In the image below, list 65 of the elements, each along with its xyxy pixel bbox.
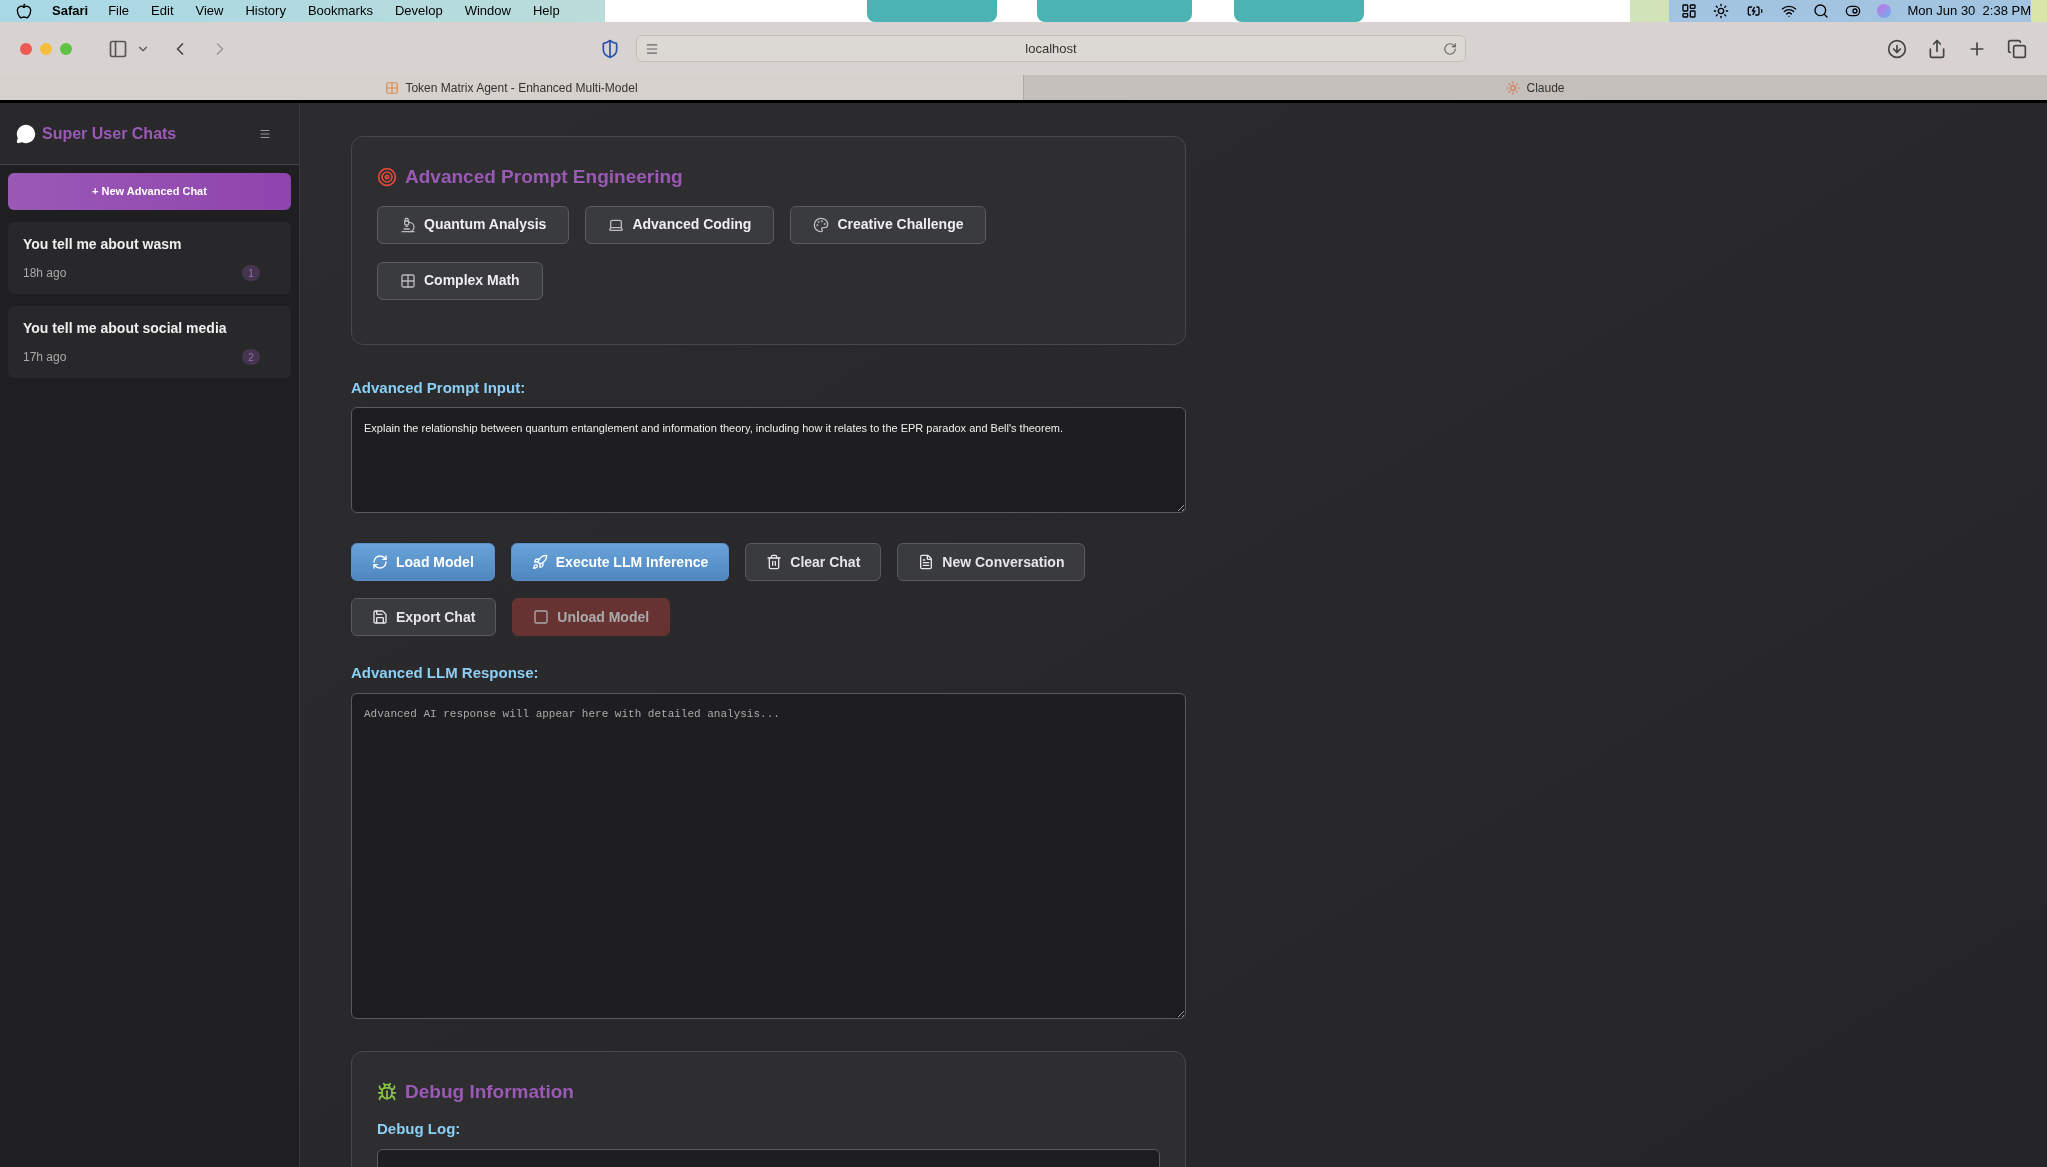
menu-app-name[interactable]: Safari bbox=[52, 1, 89, 21]
target-icon bbox=[377, 167, 397, 188]
wifi-icon[interactable] bbox=[1781, 3, 1798, 19]
template-button[interactable]: Creative Challenge bbox=[790, 205, 987, 244]
chat-title: You tell me about social media bbox=[23, 319, 228, 338]
action-button[interactable]: Export Chat bbox=[351, 598, 497, 636]
message-count: 2 bbox=[242, 349, 260, 365]
menu-item[interactable]: Window bbox=[464, 1, 511, 21]
sidebar-toggle-icon[interactable] bbox=[108, 38, 128, 59]
chat-item[interactable]: You tell me about wasm 18h ago 1 bbox=[8, 222, 291, 294]
browser-tab[interactable]: Token Matrix Agent - Enhanced Multi-Model bbox=[0, 75, 1023, 100]
menu-icon[interactable] bbox=[259, 127, 271, 140]
action-button[interactable]: Clear Chat bbox=[745, 543, 882, 581]
action-button[interactable]: New Conversation bbox=[897, 543, 1086, 581]
control-center-icon[interactable] bbox=[1845, 3, 1862, 19]
field-label: Debug Log: bbox=[377, 1119, 462, 1139]
menu-item[interactable]: Edit bbox=[151, 1, 174, 21]
chat-item[interactable]: You tell me about social media 17h ago 2 bbox=[8, 306, 291, 378]
template-button[interactable]: Advanced Coding bbox=[585, 205, 775, 244]
template-icon bbox=[400, 216, 416, 233]
prompt-input-field[interactable]: Explain the relationship between quantum entanglement and information theory, including how it relates to the EPR paradox and Bell's theorem. bbox=[351, 407, 1186, 513]
page-menu-icon[interactable] bbox=[645, 41, 659, 56]
tab-favicon-icon bbox=[1506, 80, 1521, 95]
new-chat-button[interactable]: + New Advanced Chat bbox=[8, 173, 291, 210]
chat-title: You tell me about wasm bbox=[23, 235, 183, 254]
template-icon bbox=[400, 272, 416, 289]
action-icon bbox=[372, 554, 388, 570]
address-bar[interactable]: localhost bbox=[636, 35, 1466, 62]
section-title: Advanced Prompt Engineering bbox=[405, 165, 683, 189]
browser-tab[interactable]: Claude bbox=[1023, 75, 2047, 100]
field-label: Advanced Prompt Input: bbox=[351, 377, 527, 398]
message-count: 1 bbox=[242, 265, 260, 281]
chat-time: 17h ago bbox=[23, 349, 67, 366]
action-icon bbox=[918, 554, 935, 570]
tabs-overview-icon[interactable] bbox=[2007, 38, 2027, 59]
menu-clock: Mon Jun 30 2:38 PM bbox=[1907, 2, 2031, 21]
speech-bubble-icon bbox=[16, 123, 36, 144]
template-button[interactable]: Complex Math bbox=[377, 261, 543, 300]
response-field[interactable]: Advanced AI response will appear here with detailed analysis... bbox=[351, 692, 1186, 1019]
menu-item[interactable]: Bookmarks bbox=[307, 1, 373, 21]
menu-item[interactable]: File bbox=[108, 1, 130, 21]
menu-item[interactable]: Develop bbox=[394, 1, 443, 21]
download-icon[interactable] bbox=[1887, 38, 1907, 59]
menu-item[interactable]: Help bbox=[532, 1, 560, 21]
menu-item[interactable]: View bbox=[195, 1, 224, 21]
template-button[interactable]: Quantum Analysis bbox=[377, 205, 570, 244]
bug-icon bbox=[377, 1081, 397, 1102]
shield-icon[interactable] bbox=[600, 38, 620, 59]
tab-favicon-icon bbox=[385, 80, 400, 95]
address-text: localhost bbox=[1024, 39, 1078, 58]
action-icon bbox=[372, 609, 388, 625]
menu-item[interactable]: History bbox=[245, 1, 286, 21]
action-icon bbox=[531, 554, 548, 570]
share-icon[interactable] bbox=[1927, 38, 1947, 59]
reload-icon[interactable] bbox=[1443, 41, 1457, 56]
layout-icon[interactable] bbox=[1681, 3, 1698, 19]
chat-time: 18h ago bbox=[23, 265, 67, 282]
sidebar-title: Super User Chats bbox=[42, 123, 177, 144]
search-icon[interactable] bbox=[1813, 3, 1830, 19]
field-label: Advanced LLM Response: bbox=[351, 663, 540, 683]
action-icon bbox=[766, 554, 783, 570]
apple-icon[interactable] bbox=[16, 3, 32, 19]
section-title: Debug Information bbox=[405, 1079, 574, 1104]
template-icon bbox=[813, 216, 830, 233]
action-icon bbox=[533, 609, 550, 625]
